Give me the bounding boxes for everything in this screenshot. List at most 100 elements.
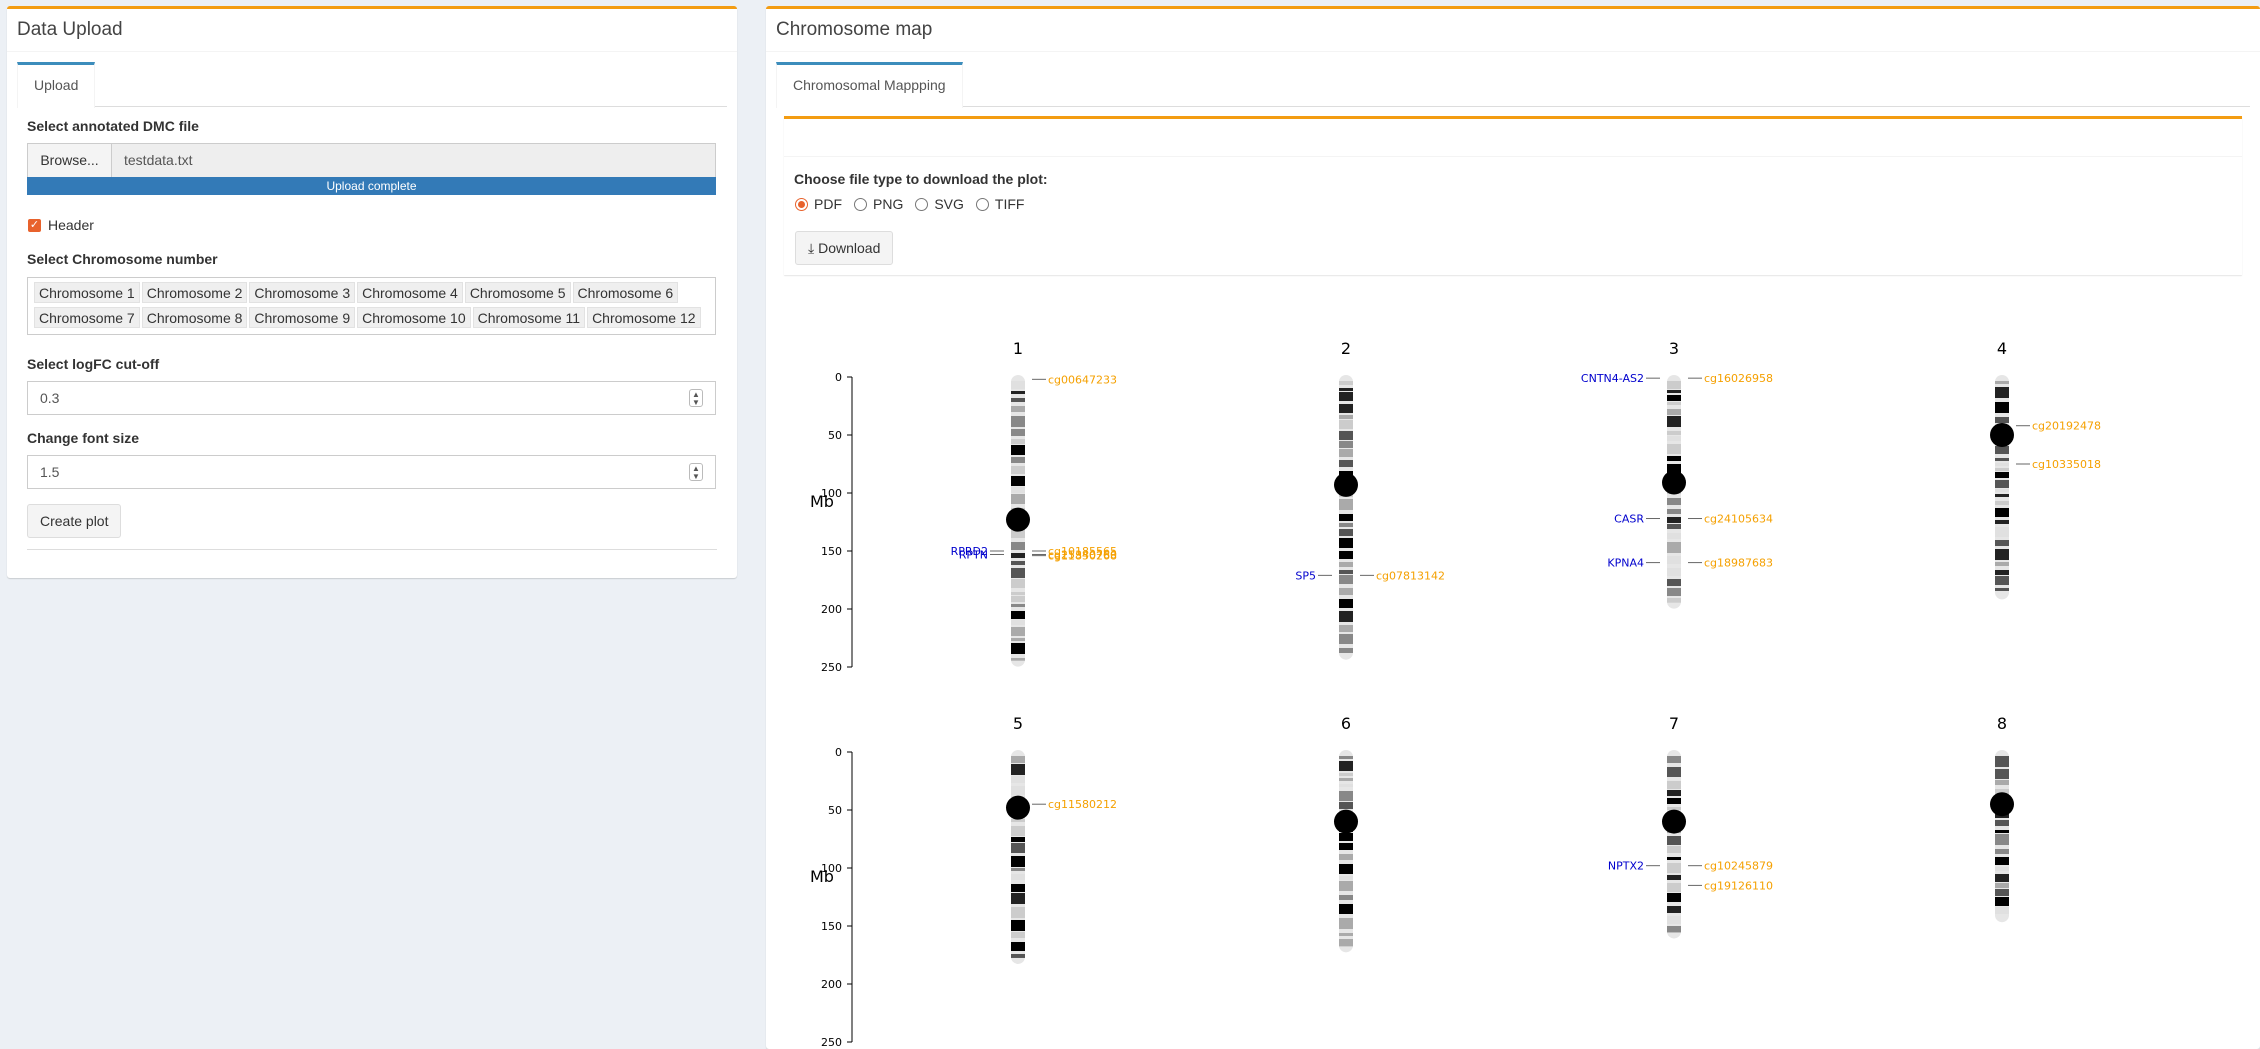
cytoband [1995, 480, 2009, 488]
browse-button[interactable]: Browse... [28, 144, 112, 177]
cytoband [1995, 381, 2009, 384]
cytoband [1995, 402, 2009, 413]
cytoband [1011, 406, 1025, 412]
gene-label: RPTN [959, 548, 988, 561]
cytoband [1667, 846, 1681, 853]
cytoband [1011, 611, 1025, 619]
y-tick-label: 150 [821, 545, 842, 558]
file-input[interactable]: Browse... testdata.txt [27, 143, 716, 178]
cytoband [1995, 508, 2009, 517]
chromosome-chip[interactable]: Chromosome 8 [141, 307, 248, 328]
cytoband [1011, 429, 1025, 436]
cytoband [1339, 833, 1353, 841]
cytoband [1339, 933, 1353, 936]
chromosome-chip[interactable]: Chromosome 5 [464, 282, 571, 303]
chromosome-chip[interactable]: Chromosome 6 [572, 282, 679, 303]
gene-label: KPNA4 [1607, 557, 1644, 570]
cytoband [1011, 874, 1025, 880]
cytoband [1995, 570, 2009, 575]
cytoband [1667, 402, 1681, 405]
cytoband [1667, 863, 1681, 873]
cytoband [1339, 599, 1353, 608]
gene-label: SP5 [1295, 569, 1316, 582]
y-tick-label: 200 [821, 978, 842, 991]
cytoband [1339, 939, 1353, 947]
cytoband [1011, 466, 1025, 474]
cytoband [1995, 849, 2009, 854]
cytoband [1667, 542, 1681, 553]
cytoband [1995, 576, 2009, 585]
chromosome-chip[interactable]: Chromosome 3 [249, 282, 356, 303]
cytoband [1011, 920, 1025, 931]
cytoband [1339, 864, 1353, 874]
chromosome-chip[interactable]: Chromosome 2 [141, 282, 248, 303]
cytoband [1667, 498, 1681, 505]
cytoband [1339, 392, 1353, 401]
cytoband [1995, 494, 2009, 497]
chromosome-select[interactable]: Chromosome 1 Chromosome 2 Chromosome 3 Chro… [27, 277, 716, 335]
cpg-label: cg10245879 [1704, 860, 1773, 873]
chromosome-name: 1 [1013, 339, 1023, 358]
cytoband [1011, 868, 1025, 871]
cytoband [1011, 907, 1025, 918]
cytoband [1667, 781, 1681, 789]
centromere [1990, 792, 2014, 817]
cytoband [1667, 598, 1681, 603]
cytoband [1667, 926, 1681, 933]
cytoband [1011, 457, 1025, 463]
cytoband [1011, 439, 1025, 444]
font-size-input[interactable]: 1.5 ▲ ▼ [27, 455, 716, 489]
tab-upload[interactable]: Upload [17, 62, 96, 108]
chromosome-chip[interactable]: Chromosome 9 [249, 307, 356, 328]
logfc-input[interactable]: 0.3 ▲ ▼ [27, 381, 716, 415]
cytoband [1995, 527, 2009, 537]
cytoband [1339, 904, 1353, 914]
cytoband [1667, 836, 1681, 845]
cytoband [1011, 445, 1025, 455]
cytoband [1667, 588, 1681, 596]
chromosome-chip[interactable]: Chromosome 11 [472, 307, 586, 328]
gene-label: CNTN4-AS2 [1581, 372, 1644, 385]
spinner-icon[interactable]: ▲ ▼ [689, 463, 703, 481]
cytoband [1011, 893, 1025, 904]
upload-progress-bar: Upload complete [27, 177, 716, 195]
header-checkbox-label: Header [48, 217, 94, 233]
cytoband [1667, 390, 1681, 393]
font-size-label: Change font size [27, 430, 140, 446]
cytoband [1667, 857, 1681, 860]
chromosome-chip[interactable]: Chromosome 7 [34, 307, 140, 328]
header-checkbox[interactable]: ✓ [28, 219, 41, 232]
divider [27, 549, 717, 550]
cytoband [1339, 876, 1353, 880]
cytoband [1339, 648, 1353, 653]
chromosome-chip[interactable]: Chromosome 1 [34, 282, 140, 303]
cytoband [1011, 487, 1025, 493]
cytoband [1339, 791, 1353, 801]
chromosome-chip[interactable]: Chromosome 12 [587, 307, 701, 328]
logfc-label: Select logFC cut-off [27, 356, 160, 372]
cytoband [1011, 932, 1025, 938]
cytoband [1339, 551, 1353, 559]
cytoband [1011, 381, 1025, 389]
create-plot-button[interactable]: Create plot [27, 504, 122, 538]
centromere [1006, 795, 1030, 820]
cytoband [1995, 857, 2009, 865]
chromosome-chip[interactable]: Chromosome 4 [357, 282, 463, 303]
cytoband [1667, 524, 1681, 529]
cytoband [1995, 562, 2009, 566]
y-tick-label: 50 [828, 429, 842, 442]
y-tick-label: 250 [821, 661, 842, 674]
cytoband [1339, 381, 1353, 385]
spinner-icon[interactable]: ▲ ▼ [689, 389, 703, 407]
chromosome-name: 6 [1341, 714, 1351, 733]
cytoband [1339, 404, 1353, 413]
gene-label: NPTX2 [1608, 860, 1644, 873]
cytoband [1011, 954, 1025, 958]
centromere [1662, 809, 1686, 834]
cytoband [1339, 918, 1353, 929]
chromosome-chip[interactable]: Chromosome 10 [357, 307, 471, 328]
chromosome-name: 5 [1013, 714, 1023, 733]
cytoband [1339, 802, 1353, 809]
cytoband [1667, 416, 1681, 427]
cytoband [1667, 893, 1681, 902]
